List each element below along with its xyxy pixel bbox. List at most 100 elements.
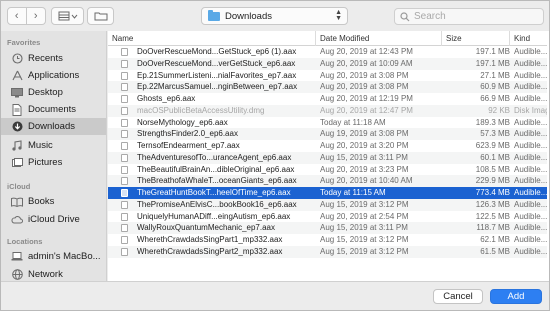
new-folder-button[interactable] [87, 7, 114, 25]
file-date: Aug 15, 2019 at 3:11 PM [320, 152, 408, 162]
file-kind: Audible... [514, 199, 548, 209]
file-icon [121, 212, 128, 221]
file-kind: Audible... [514, 94, 548, 103]
scrollbar[interactable] [547, 31, 549, 281]
file-size: 126.3 MB [475, 199, 510, 209]
table-row[interactable]: DoOverRescueMond...verGetStuck_ep6.aax Au… [108, 57, 549, 70]
file-size: 122.5 MB [475, 211, 510, 221]
file-icon [121, 236, 128, 244]
file-date: Aug 19, 2019 at 3:08 PM [320, 129, 409, 139]
table-row[interactable] [108, 258, 549, 270]
sidebar-item-downloads[interactable]: Downloads [1, 118, 106, 135]
file-name: UniquelyHumanADiff...eingAutism_ep6.aax [137, 211, 291, 221]
favorites-header: Favorites [7, 38, 41, 47]
sidebar-item-macbook[interactable]: admin's MacBo... [1, 248, 106, 265]
file-name: Ep.21SummerListeni...nialFavorites_ep7.a… [137, 70, 297, 80]
file-name: macOSPublicBetaAccessUtility.dmg [137, 105, 265, 115]
table-row[interactable]: Ghosts_ep6.aax Aug 20, 2019 at 12:19 PM 66… [108, 93, 549, 105]
table-row[interactable]: macOSPublicBetaAccessUtility.dmg Aug 20, … [108, 104, 549, 117]
back-button[interactable]: ‹ [7, 7, 27, 25]
column-header-date[interactable]: Date Modified [315, 31, 441, 46]
file-date: Aug 20, 2019 at 12:47 PM [320, 105, 413, 115]
file-name: StrengthsFinder2.0_ep6.aax [137, 129, 238, 139]
applications-icon [11, 70, 23, 82]
documents-icon [11, 103, 23, 116]
sidebar-item-recents[interactable]: Recents [1, 50, 106, 67]
file-size: 189.3 MB [475, 117, 510, 127]
updown-chevron-icon: ▲ ▼ [335, 9, 342, 22]
table-row[interactable]: TheAdventuresofTo...uranceAgent_ep6.aax A… [108, 151, 549, 164]
music-icon [11, 140, 23, 152]
file-name: TernsofEndearment_ep7.aax [137, 141, 240, 150]
file-name: TheBreathofaWhaleT...oceanGiants_ep6.aax [137, 176, 297, 186]
file-icon [121, 177, 128, 186]
file-name: TheAdventuresofTo...uranceAgent_ep6.aax [137, 152, 292, 162]
table-row[interactable]: ThePromiseAnElvisC...bookBook16_ep6.aax A… [108, 198, 549, 211]
column-header-size[interactable]: Size [441, 31, 509, 46]
desktop-icon [11, 87, 23, 99]
view-options-button[interactable] [51, 7, 84, 25]
downloads-icon [11, 121, 23, 133]
sidebar-item-label: Desktop [28, 87, 63, 98]
file-date: Today at 11:18 AM [320, 117, 386, 127]
file-icon [121, 83, 128, 92]
file-icon [121, 189, 128, 197]
file-kind: Disk Imag [514, 105, 549, 115]
table-row[interactable]: Ep.22MarcusSamuel...nginBetween_ep7.aax A… [108, 81, 549, 93]
add-button[interactable]: Add [490, 289, 542, 304]
toolbar: ‹ › Downloads ▲ ▼ Search [1, 1, 549, 31]
sidebar-item-icloud-drive[interactable]: iCloud Drive [1, 211, 106, 228]
sidebar-item-label: Recents [28, 53, 63, 64]
sidebar-item-pictures[interactable]: Pictures [1, 154, 106, 171]
table-row[interactable]: WherethCrawdadsSingPart1_mp332.aax Aug 15… [108, 234, 549, 246]
file-icon [121, 153, 128, 162]
file-size: 118.7 MB [476, 223, 510, 233]
location-label: Downloads [225, 10, 272, 22]
file-icon [121, 59, 128, 68]
sidebar-item-label: Documents [28, 104, 77, 115]
sidebar-item-documents[interactable]: Documents [1, 101, 106, 118]
sidebar: Favorites Recents Applications Desktop D… [1, 31, 107, 281]
file-name: WherethCrawdadsSingPart1_mp332.aax [137, 235, 283, 244]
sidebar-item-applications[interactable]: Applications [1, 67, 106, 84]
sidebar-item-label: Books [28, 196, 55, 207]
file-size: 27.1 MB [480, 70, 510, 80]
file-name: Ghosts_ep6.aax [137, 94, 196, 103]
file-kind: Audible... [514, 176, 548, 186]
forward-button[interactable]: › [26, 7, 46, 25]
file-name: TheGreatHuntBookT...heelOfTime_ep6.aax [137, 188, 291, 197]
file-size: 773.4 MB [475, 188, 510, 197]
sidebar-item-books[interactable]: Books [1, 193, 106, 210]
sidebar-item-label: Applications [28, 70, 80, 81]
search-field[interactable]: Search [394, 8, 544, 25]
column-header-name[interactable]: Name [108, 31, 315, 46]
location-popup[interactable]: Downloads ▲ ▼ [201, 7, 348, 25]
file-date: Today at 11:15 AM [320, 188, 386, 197]
table-row[interactable]: TheBeautifulBrainAn...dibleOriginal_ep6.… [108, 164, 549, 176]
table-row[interactable]: NorseMythology_ep6.aax Today at 11:18 AM 1… [108, 117, 549, 129]
table-row[interactable]: WherethCrawdadsSingPart2_mp332.aax Aug 15… [108, 245, 549, 258]
file-kind: Audible... [514, 117, 548, 127]
table-row[interactable]: UniquelyHumanADiff...eingAutism_ep6.aax A… [108, 211, 549, 223]
table-row[interactable]: DoOverRescueMond...GetStuck_ep6 (1).aax A… [108, 46, 549, 58]
table-row[interactable]: WallyRouxQuantumMechanic_ep7.aax Aug 15, … [108, 222, 549, 234]
sidebar-item-music[interactable]: Music [1, 137, 106, 154]
column-header-kind[interactable]: Kind [509, 31, 549, 46]
table-row[interactable]: TernsofEndearment_ep7.aax Aug 20, 2019 at… [108, 140, 549, 152]
sidebar-item-desktop[interactable]: Desktop [1, 84, 106, 101]
table-row[interactable]: TheGreatHuntBookT...heelOfTime_ep6.aax To… [108, 187, 549, 199]
file-kind: Audible... [514, 246, 548, 256]
file-date: Aug 20, 2019 at 2:54 PM [320, 211, 409, 221]
sidebar-item-label: Network [28, 269, 63, 280]
table-row[interactable]: TheBreathofaWhaleT...oceanGiants_ep6.aax… [108, 175, 549, 187]
file-size: 61.5 MB [480, 246, 510, 256]
file-kind: Audible... [514, 141, 548, 150]
file-date: Aug 15, 2019 at 3:12 PM [320, 199, 409, 209]
table-row[interactable]: Ep.21SummerListeni...nialFavorites_ep7.a… [108, 70, 549, 82]
file-kind: Audible... [514, 47, 548, 56]
cancel-button[interactable]: Cancel [433, 289, 483, 304]
file-kind: Audible... [514, 188, 548, 197]
sidebar-item-label: Pictures [28, 157, 63, 168]
file-size: 623.9 MB [475, 141, 510, 150]
table-row[interactable]: StrengthsFinder2.0_ep6.aax Aug 19, 2019 a… [108, 128, 549, 140]
